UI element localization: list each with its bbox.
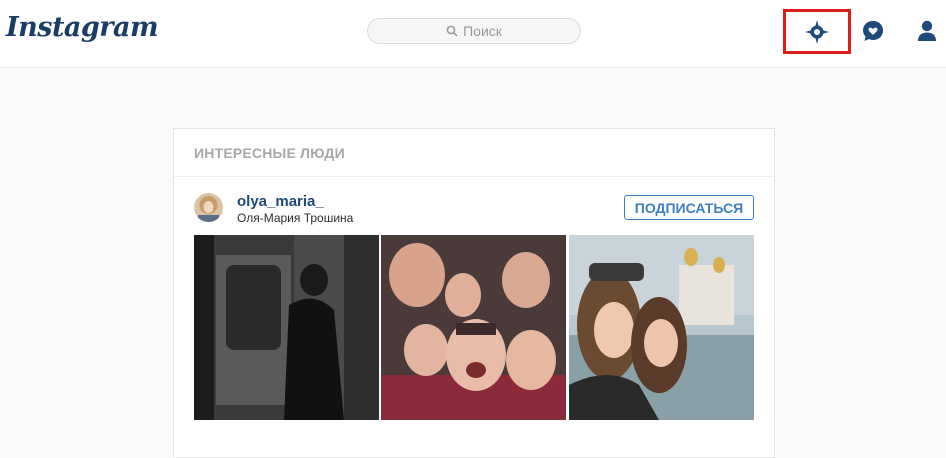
profile-person-icon xyxy=(918,20,936,41)
explore-compass-icon xyxy=(805,19,829,44)
photo-subway-door xyxy=(194,235,379,420)
explore-button[interactable] xyxy=(783,9,851,54)
user-full-name: Оля-Мария Трошина xyxy=(237,211,354,225)
search-icon xyxy=(446,25,458,37)
photo-group-selfie xyxy=(381,235,566,420)
photo-thumbnail[interactable] xyxy=(569,235,754,420)
top-navigation-bar: Instagram Поиск xyxy=(0,0,946,68)
username-link[interactable]: olya_maria_ xyxy=(237,193,324,210)
profile-button[interactable] xyxy=(914,18,940,44)
user-photo-grid xyxy=(194,235,754,420)
search-input[interactable]: Поиск xyxy=(367,18,581,44)
activity-heart-bubble-icon xyxy=(863,21,883,41)
photo-thumbnail[interactable] xyxy=(381,235,566,420)
suggested-user-row: olya_maria_ Оля-Мария Трошина ПОДПИСАТЬС… xyxy=(174,177,774,235)
avatar[interactable] xyxy=(194,193,223,222)
photo-thumbnail[interactable] xyxy=(194,235,379,420)
search-placeholder: Поиск xyxy=(463,23,502,39)
follow-button[interactable]: ПОДПИСАТЬСЯ xyxy=(624,195,754,220)
avatar-image xyxy=(194,193,223,222)
photo-selfie-cathedral xyxy=(569,235,754,420)
suggested-people-title: ИНТЕРЕСНЫЕ ЛЮДИ xyxy=(174,129,774,177)
suggested-people-card: ИНТЕРЕСНЫЕ ЛЮДИ olya_maria_ Оля-Мария Тр… xyxy=(173,128,775,458)
activity-button[interactable] xyxy=(860,18,886,44)
instagram-logo[interactable]: Instagram xyxy=(6,12,159,43)
